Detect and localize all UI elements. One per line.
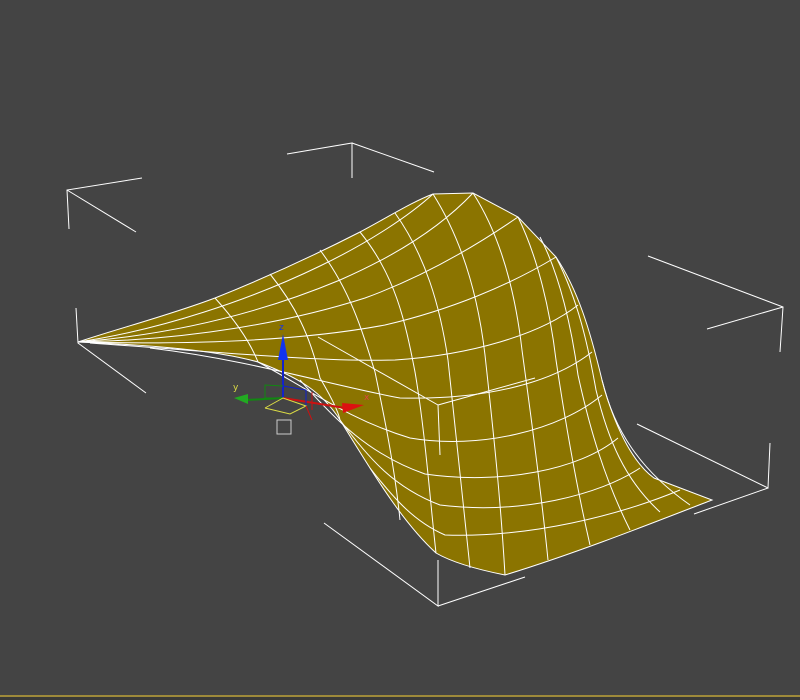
- bracket-top-center-depth: [351, 142, 435, 173]
- viewport-bottom-edge: [0, 695, 800, 700]
- bracket-top-right: [647, 255, 784, 353]
- bracket-top-left: [66, 177, 143, 230]
- bracket-left: [75, 307, 147, 394]
- surface-object[interactable]: [77, 192, 714, 576]
- viewport-canvas[interactable]: z y x: [0, 0, 800, 695]
- gizmo-red-accent: [305, 405, 313, 421]
- gizmo-pivot-box[interactable]: [276, 419, 292, 435]
- gizmo-y-label: y: [233, 383, 239, 393]
- bracket-top-left-depth: [66, 189, 137, 233]
- perspective-viewport[interactable]: z y x: [0, 0, 800, 695]
- bracket-top-center: [286, 142, 353, 178]
- gizmo-plane-yz[interactable]: [264, 384, 284, 399]
- gizmo-y-arrow[interactable]: [234, 394, 248, 404]
- gizmo-x-label: x: [364, 393, 370, 403]
- gizmo-z-label: z: [279, 323, 284, 333]
- gizmo-plane-xz[interactable]: [282, 385, 307, 406]
- bracket-top-right-depth: [706, 306, 784, 330]
- bracket-bottom-center-depth: [437, 576, 526, 607]
- surface-fill[interactable]: [77, 192, 714, 576]
